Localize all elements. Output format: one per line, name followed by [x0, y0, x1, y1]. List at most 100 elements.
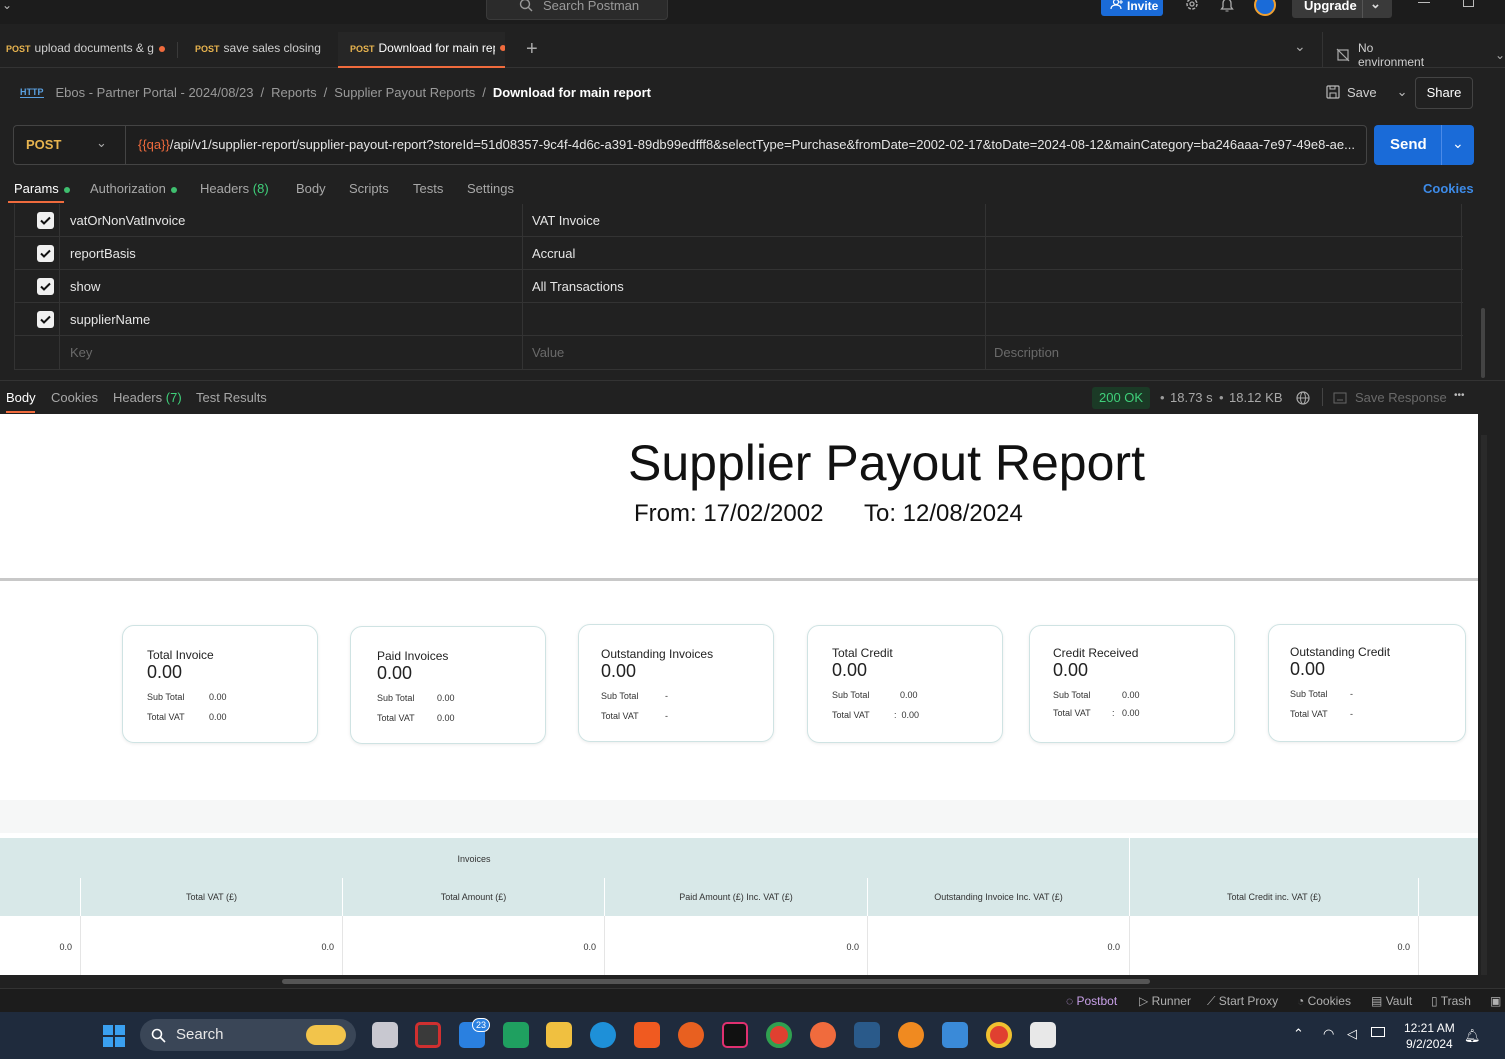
minimize-icon[interactable] [1418, 2, 1430, 3]
save-label: Save [1347, 84, 1377, 100]
method-select[interactable]: POST ⌄ [14, 126, 126, 164]
chevron-down-icon[interactable]: ⌄ [1370, 0, 1381, 16]
file-explorer-icon[interactable] [546, 1022, 572, 1048]
chrome-browser-icon[interactable] [766, 1022, 792, 1048]
avatar[interactable] [1254, 0, 1276, 16]
layout-toggle-icon[interactable]: ▣ [1490, 994, 1501, 1008]
column-header-total-amount[interactable]: Total Amount (£) [343, 892, 604, 902]
param-checkbox[interactable] [37, 245, 54, 262]
value-placeholder[interactable]: Value [532, 345, 564, 360]
response-time[interactable]: 18.73 s [1170, 390, 1213, 405]
chat-app-icon[interactable] [503, 1022, 529, 1048]
column-header-paid-amount[interactable]: Paid Amount (£) Inc. VAT (£) [605, 892, 867, 902]
response-tab-test-results[interactable]: Test Results [196, 390, 267, 405]
column-header-total-vat[interactable]: Total VAT (£) [81, 892, 342, 902]
wifi-icon[interactable]: ◠ [1323, 1026, 1334, 1042]
battery-icon[interactable] [1371, 1027, 1385, 1037]
response-tab-body[interactable]: Body [6, 390, 36, 405]
settings-icon[interactable] [1184, 0, 1200, 12]
param-key[interactable]: show [70, 279, 100, 294]
postbot-button[interactable]: ◌ Postbot [1066, 994, 1117, 1008]
system-tray-chevron-icon[interactable]: ⌃ [1293, 1026, 1304, 1042]
invite-button[interactable]: Invite [1101, 0, 1163, 16]
response-tab-cookies[interactable]: Cookies [51, 390, 98, 405]
vault-button[interactable]: ▤ Vault [1371, 994, 1412, 1008]
clock-date[interactable]: 9/2/2024 [1406, 1037, 1453, 1051]
tab-upload-documents[interactable]: POST upload documents & g [6, 32, 166, 68]
windows-start-icon[interactable] [103, 1025, 125, 1047]
task-view-icon[interactable] [372, 1022, 398, 1048]
status-badge[interactable]: 200 OK [1092, 387, 1151, 409]
edge-browser-icon[interactable] [590, 1022, 616, 1048]
url-input[interactable]: {{qa}}/api/v1/supplier-report/supplier-p… [138, 126, 1360, 164]
response-tab-headers[interactable]: Headers (7) [113, 390, 182, 405]
save-options-chevron-icon[interactable]: ⌄ [1397, 84, 1408, 100]
clock-time[interactable]: 12:21 AM [1404, 1021, 1455, 1035]
intellij-ide-icon[interactable] [722, 1022, 748, 1048]
vpn-app-icon[interactable] [898, 1022, 924, 1048]
preview-vertical-scrollbar-track[interactable] [1481, 435, 1487, 975]
param-key[interactable]: vatOrNonVatInvoice [70, 213, 185, 228]
start-proxy-button[interactable]: ⟋ Start Proxy [1207, 994, 1278, 1009]
cookies-button[interactable]: ◔ Cookies [1297, 994, 1351, 1008]
firefox-browser-icon[interactable] [678, 1022, 704, 1048]
recorder-app-icon[interactable] [415, 1022, 441, 1048]
param-key[interactable]: supplierName [70, 312, 150, 327]
param-checkbox[interactable] [37, 212, 54, 229]
share-button[interactable]: Share [1415, 77, 1473, 109]
send-options-chevron-icon[interactable]: ⌄ [1452, 123, 1464, 163]
tab-save-sales-closing[interactable]: POST save sales closing [195, 32, 330, 68]
menu-chevron-icon[interactable]: ⌄ [2, 0, 12, 12]
notepad-app-icon[interactable] [942, 1022, 968, 1048]
breadcrumb-item-reports[interactable]: Reports [271, 85, 317, 100]
brave-browser-icon[interactable] [634, 1022, 660, 1048]
report-title: Supplier Payout Report [628, 435, 1145, 491]
tab-body[interactable]: Body [296, 181, 326, 196]
notifications-bell-icon[interactable] [1220, 0, 1234, 12]
taskbar-search[interactable]: Search [140, 1019, 356, 1051]
notification-bell-icon[interactable]: 🔔︎ [1464, 1028, 1481, 1044]
postman-app-icon[interactable] [810, 1022, 836, 1048]
chrome-profile-icon[interactable] [986, 1022, 1012, 1048]
column-header-total-credit[interactable]: Total Credit inc. VAT (£) [1130, 892, 1418, 902]
response-size[interactable]: 18.12 KB [1229, 390, 1283, 405]
search-postman-input[interactable]: Search Postman [486, 0, 668, 20]
params-scrollbar[interactable] [1481, 308, 1485, 378]
snipping-tool-icon[interactable] [1030, 1022, 1056, 1048]
trash-button[interactable]: ▯ Trash [1431, 994, 1471, 1008]
key-placeholder[interactable]: Key [70, 345, 92, 360]
save-response-button[interactable]: Save Response [1333, 390, 1447, 405]
param-value[interactable]: Accrual [532, 246, 575, 261]
maximize-icon[interactable] [1463, 0, 1474, 7]
param-checkbox[interactable] [37, 311, 54, 328]
tab-download-main-report[interactable]: POST Download for main rep [338, 32, 505, 68]
mysql-workbench-icon[interactable] [854, 1022, 880, 1048]
preview-horizontal-scrollbar[interactable] [282, 979, 1150, 984]
column-header-outstanding-invoice[interactable]: Outstanding Invoice Inc. VAT (£) [868, 892, 1129, 902]
breadcrumb-current-request[interactable]: Download for main report [493, 85, 651, 100]
tab-tests[interactable]: Tests [413, 181, 443, 196]
cookies-link[interactable]: Cookies [1423, 181, 1474, 196]
tab-scripts[interactable]: Scripts [349, 181, 389, 196]
volume-icon[interactable]: ◁ [1347, 1026, 1357, 1042]
param-key[interactable]: reportBasis [70, 246, 136, 261]
network-globe-icon[interactable] [1295, 390, 1311, 406]
breadcrumb-item-supplier-payout-reports[interactable]: Supplier Payout Reports [334, 85, 475, 100]
tab-settings[interactable]: Settings [467, 181, 514, 196]
param-value[interactable]: All Transactions [532, 279, 624, 294]
save-button[interactable]: Save ⌄ [1326, 84, 1408, 100]
breadcrumb-item-collection[interactable]: Ebos - Partner Portal - 2024/08/23 [56, 85, 254, 100]
tabs-overflow-chevron-icon[interactable]: ⌄ [1294, 38, 1306, 55]
tab-authorization[interactable]: Authorization [90, 181, 177, 196]
runner-button[interactable]: ▷ Runner [1139, 994, 1191, 1008]
new-tab-plus-icon[interactable]: + [526, 38, 538, 61]
tab-headers[interactable]: Headers (8) [200, 181, 269, 196]
param-checkbox[interactable] [37, 278, 54, 295]
param-value[interactable]: VAT Invoice [532, 213, 600, 228]
upgrade-button[interactable]: Upgrade ⌄ [1292, 0, 1392, 18]
environment-selector[interactable]: No environment ⌄ [1336, 41, 1505, 69]
send-button[interactable]: Send ⌄ [1374, 125, 1474, 165]
description-placeholder[interactable]: Description [994, 345, 1059, 360]
more-options-icon[interactable]: ••• [1454, 390, 1465, 401]
tab-params[interactable]: Params [14, 181, 70, 196]
